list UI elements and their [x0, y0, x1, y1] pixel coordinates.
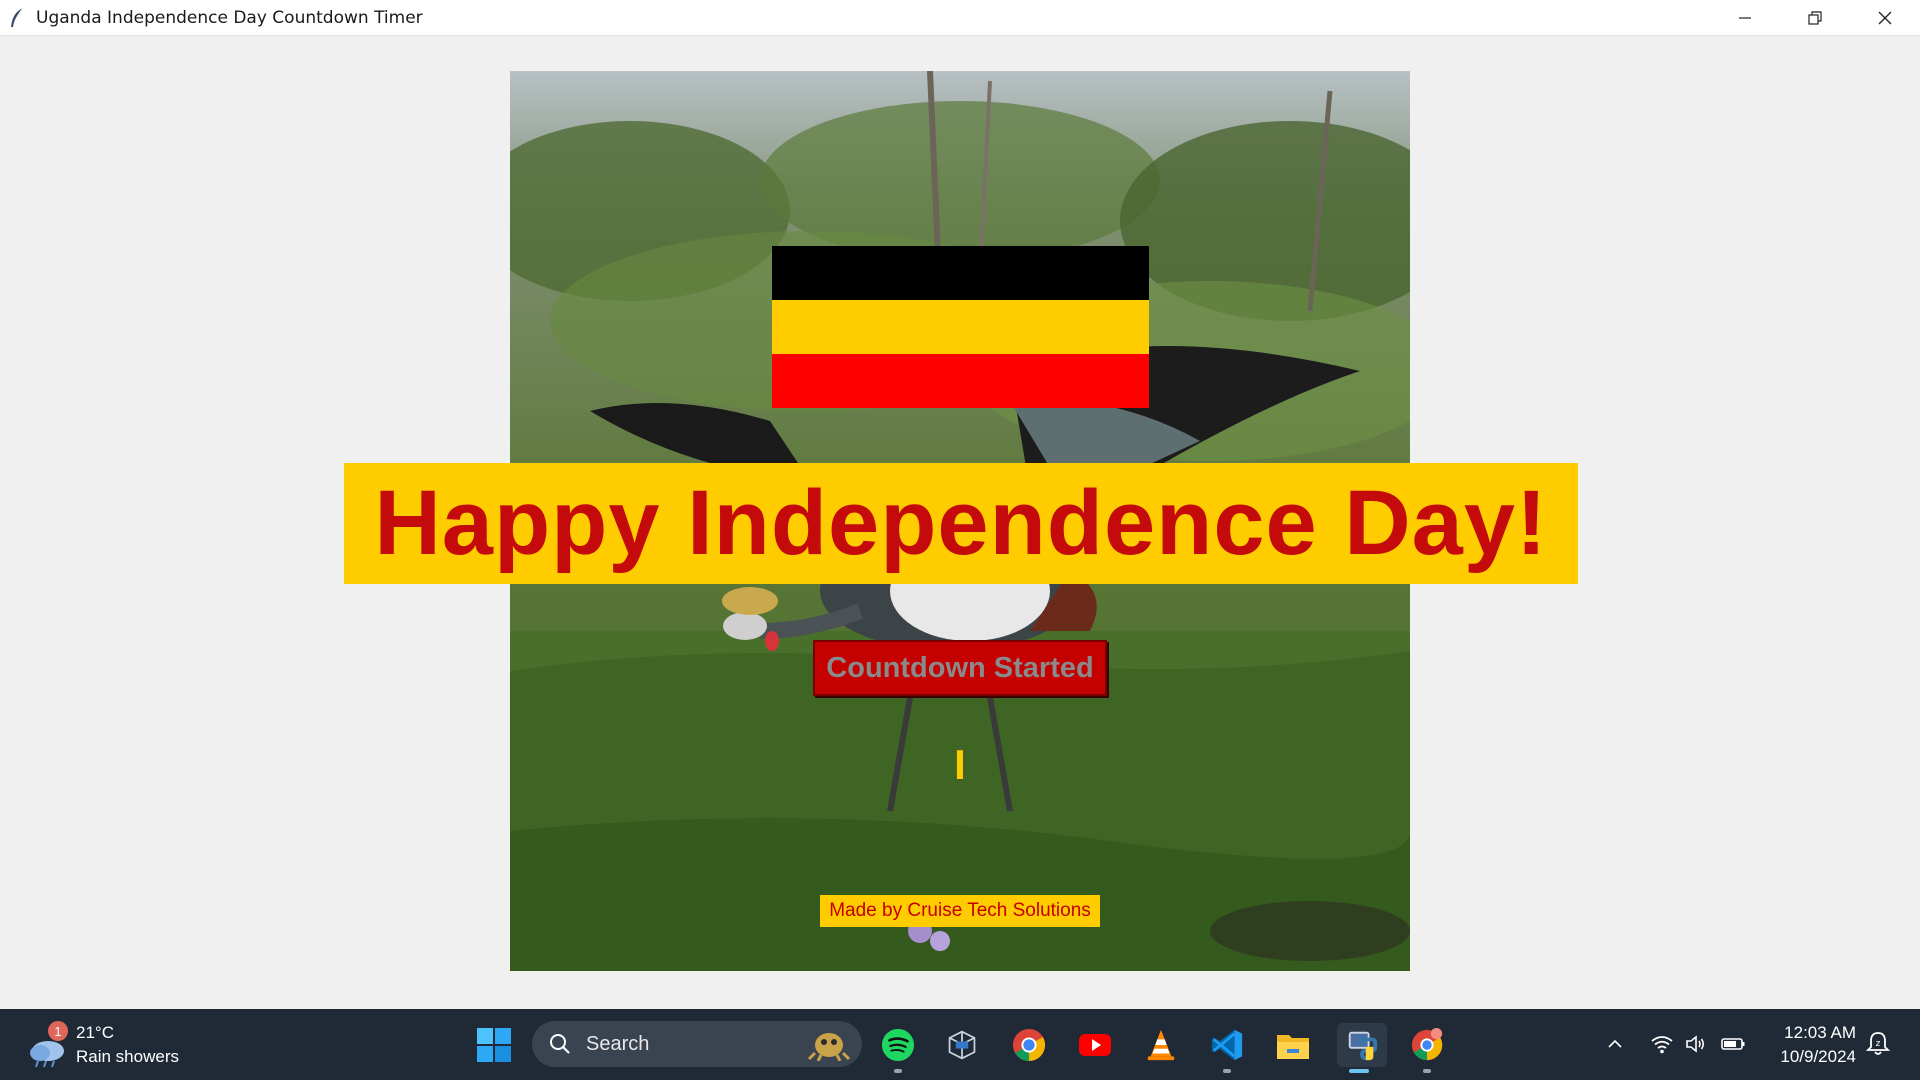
close-button[interactable]	[1850, 0, 1920, 35]
weather-widget[interactable]: 1 21°C Rain showers	[26, 1021, 179, 1069]
credit-label: Made by Cruise Tech Solutions	[820, 895, 1100, 927]
svg-text:z: z	[1876, 1039, 1881, 1049]
windows-start-button[interactable]	[476, 1027, 512, 1063]
taskbar-app-chrome-profile[interactable]	[1405, 1023, 1449, 1073]
battery-status[interactable]	[1718, 1029, 1748, 1059]
rain-cloud-icon: 1	[26, 1021, 68, 1068]
spotify-icon	[881, 1028, 915, 1062]
system-clock[interactable]: 12:03 AM 10/9/2024	[1768, 1021, 1856, 1069]
clock-time: 12:03 AM	[1784, 1023, 1856, 1042]
running-indicator	[894, 1069, 902, 1073]
wifi-icon	[1651, 1036, 1673, 1054]
restore-button[interactable]	[1780, 0, 1850, 35]
headline-text: Happy Independence Day!	[374, 472, 1548, 574]
window-title: Uganda Independence Day Countdown Timer	[36, 7, 423, 28]
countdown-timer-text: I	[954, 741, 966, 788]
running-indicator	[1423, 1069, 1431, 1073]
taskbar-app-python[interactable]	[1337, 1023, 1387, 1073]
flag-stripe-red	[772, 354, 1149, 408]
youtube-icon	[1079, 1034, 1111, 1056]
taskbar-app-vscode[interactable]	[1205, 1023, 1249, 1073]
minimize-button[interactable]	[1710, 0, 1780, 35]
taskbar-search-box[interactable]: Search	[532, 1021, 862, 1067]
uganda-flag	[772, 246, 1149, 408]
search-icon	[550, 1034, 570, 1054]
feather-icon	[11, 7, 24, 27]
chrome-profile-icon	[1411, 1028, 1443, 1061]
weather-temperature: 21°C	[76, 1023, 114, 1042]
search-highlight-icon	[807, 1033, 851, 1061]
file-explorer-icon	[1277, 1035, 1309, 1059]
wifi-status[interactable]	[1647, 1029, 1677, 1059]
taskbar-app-spotify[interactable]	[876, 1023, 920, 1073]
close-icon	[1878, 11, 1892, 24]
weather-condition: Rain showers	[76, 1047, 179, 1066]
virtualbox-icon	[948, 1030, 976, 1060]
python-icon	[1348, 1031, 1378, 1061]
headline-banner: Happy Independence Day!	[344, 463, 1578, 584]
running-indicator	[1223, 1069, 1231, 1073]
chevron-up-icon	[1608, 1039, 1622, 1048]
flag-stripe-black	[772, 246, 1149, 300]
weather-badge: 1	[48, 1021, 68, 1041]
windows-logo-icon	[477, 1028, 511, 1062]
show-hidden-icons-button[interactable]	[1600, 1029, 1630, 1059]
search-placeholder: Search	[586, 1032, 650, 1055]
taskbar-app-virtualbox[interactable]	[940, 1023, 984, 1067]
countdown-started-button[interactable]: Countdown Started	[813, 640, 1107, 696]
battery-icon	[1721, 1038, 1745, 1050]
minimize-icon	[1739, 16, 1751, 19]
flag-stripe-yellow	[772, 300, 1149, 354]
notification-bell-icon: z	[1865, 1032, 1891, 1055]
restore-icon	[1808, 10, 1822, 25]
taskbar-app-vlc[interactable]	[1139, 1023, 1183, 1067]
vscode-icon	[1211, 1029, 1243, 1061]
clock-date: 10/9/2024	[1780, 1047, 1856, 1066]
active-indicator	[1349, 1069, 1369, 1073]
taskbar-app-youtube[interactable]	[1073, 1023, 1117, 1067]
notification-center-button[interactable]: z	[1864, 1029, 1892, 1057]
vlc-icon	[1147, 1029, 1175, 1061]
window-titlebar[interactable]: Uganda Independence Day Countdown Timer	[0, 0, 1920, 36]
windows-taskbar: 1 21°C Rain showers Search 12:03 AM 10/9…	[0, 1009, 1920, 1080]
taskbar-app-chrome[interactable]	[1007, 1023, 1051, 1067]
chrome-icon	[1012, 1028, 1046, 1062]
taskbar-app-file-explorer[interactable]	[1271, 1023, 1315, 1067]
volume-status[interactable]	[1681, 1029, 1711, 1059]
speaker-icon	[1686, 1035, 1705, 1053]
